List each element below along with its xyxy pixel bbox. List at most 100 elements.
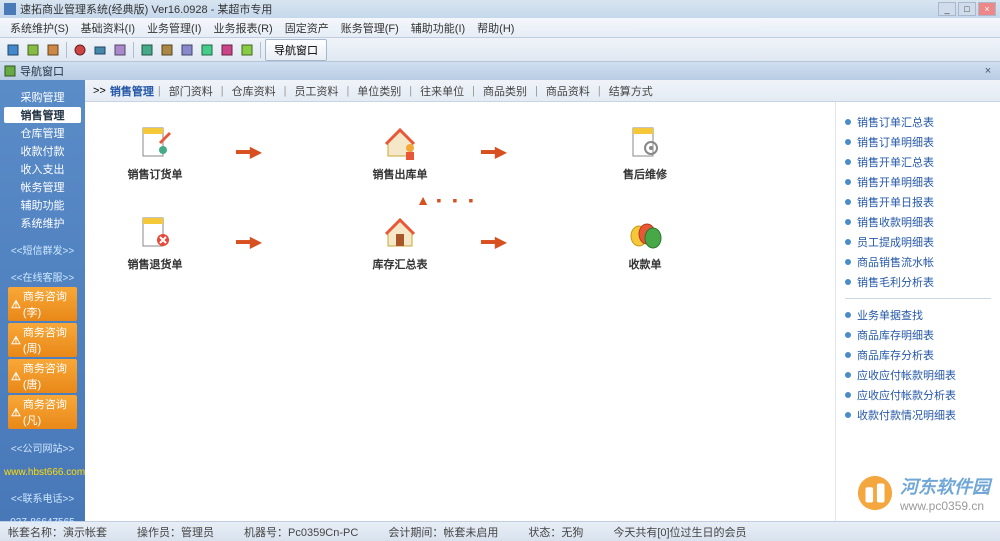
toolbar-btn-3[interactable] (44, 41, 62, 59)
document-gear-icon (625, 122, 665, 162)
menu-basedata[interactable]: 基础资料(I) (75, 18, 141, 38)
arrow-icon: ▪▪▪▪▶ (235, 232, 260, 252)
statusbar: 帐套名称：演示帐套 操作员：管理员 机器号：Pc0359Cn-PC 会计期间：帐… (0, 521, 1000, 541)
sidebar-item-purchase[interactable]: 采购管理 (4, 89, 81, 105)
breadcrumb-goodstype[interactable]: 商品类别 (479, 83, 531, 99)
warn-icon: ⚠ (11, 334, 21, 347)
breadcrumb-dept[interactable]: 部门资料 (165, 83, 217, 99)
flow-sales-return[interactable]: 销售退货单 (115, 212, 195, 272)
warn-icon: ⚠ (11, 370, 21, 383)
report-link[interactable]: 商品库存明细表 (841, 325, 995, 345)
report-link[interactable]: 销售开单汇总表 (841, 152, 995, 172)
sidebar-item-payment[interactable]: 收款付款 (4, 143, 81, 159)
flow-sales-out[interactable]: 销售出库单 (360, 122, 440, 182)
toolbar-btn-9[interactable] (178, 41, 196, 59)
report-link[interactable]: 商品销售流水帐 (841, 252, 995, 272)
breadcrumb-warehouse[interactable]: 仓库资料 (228, 83, 280, 99)
status-state: 状态：无狗 (528, 524, 583, 540)
arrow-icon: ▪▪▪▪▶ (235, 142, 260, 162)
warn-icon: ⚠ (11, 298, 21, 311)
flow-inventory[interactable]: 库存汇总表 (360, 212, 440, 272)
flow-label: 销售退货单 (128, 256, 183, 272)
coins-icon (625, 212, 665, 252)
breadcrumb-settle[interactable]: 结算方式 (605, 83, 657, 99)
report-link[interactable]: 应收应付帐款分析表 (841, 385, 995, 405)
document-reject-icon (135, 212, 175, 252)
subwindow-title: 导航窗口 (20, 63, 64, 79)
sidebar-contact-4[interactable]: ⚠商务咨询(凡) (8, 395, 77, 429)
toolbar-btn-1[interactable] (4, 41, 22, 59)
sidebar-contact-3[interactable]: ⚠商务咨询(唐) (8, 359, 77, 393)
report-link[interactable]: 业务单据查找 (841, 305, 995, 325)
toolbar-btn-4[interactable] (71, 41, 89, 59)
toolbar-btn-6[interactable] (111, 41, 129, 59)
toolbar-btn-2[interactable] (24, 41, 42, 59)
watermark: 河东软件园 www.pc0359.cn (856, 473, 990, 513)
menu-help[interactable]: 帮助(H) (471, 18, 520, 38)
sidebar-contact-2[interactable]: ⚠商务咨询(周) (8, 323, 77, 357)
report-link[interactable]: 应收应付帐款明细表 (841, 365, 995, 385)
status-account: 帐套名称：演示帐套 (8, 524, 107, 540)
breadcrumb-employee[interactable]: 员工资料 (290, 83, 342, 99)
menu-assets[interactable]: 固定资产 (279, 18, 335, 38)
flow-label: 售后维修 (623, 166, 667, 182)
toolbar-btn-7[interactable] (138, 41, 156, 59)
breadcrumb-unittype[interactable]: 单位类别 (353, 83, 405, 99)
report-link[interactable]: 销售订单明细表 (841, 132, 995, 152)
nav-window-button[interactable]: 导航窗口 (265, 39, 327, 61)
flow-label: 销售出库单 (373, 166, 428, 182)
report-link[interactable]: 收款付款情况明细表 (841, 405, 995, 425)
report-link[interactable]: 销售订单汇总表 (841, 112, 995, 132)
breadcrumb-goods[interactable]: 商品资料 (542, 83, 594, 99)
status-operator: 操作员：管理员 (137, 524, 214, 540)
sidebar-item-income[interactable]: 收入支出 (4, 161, 81, 177)
report-link[interactable]: 商品库存分析表 (841, 345, 995, 365)
breadcrumb-unit[interactable]: 往来单位 (416, 83, 468, 99)
report-link[interactable]: 员工提成明细表 (841, 232, 995, 252)
toolbar-btn-12[interactable] (238, 41, 256, 59)
report-link[interactable]: 销售开单日报表 (841, 192, 995, 212)
status-period: 会计期间：帐套未启用 (388, 524, 498, 540)
maximize-button[interactable]: □ (958, 2, 976, 16)
sidebar-item-warehouse[interactable]: 仓库管理 (4, 125, 81, 141)
sidebar-item-aux[interactable]: 辅助功能 (4, 197, 81, 213)
menu-business[interactable]: 业务管理(I) (141, 18, 207, 38)
report-link[interactable]: 销售开单明细表 (841, 172, 995, 192)
toolbar-btn-5[interactable] (91, 41, 109, 59)
sidebar-site-label: <<公司网站>> (0, 438, 85, 457)
sidebar-item-sales[interactable]: 销售管理 (4, 107, 81, 123)
subwindow-close-button[interactable]: × (980, 64, 996, 78)
menu-reports[interactable]: 业务报表(R) (207, 18, 278, 38)
toolbar-btn-8[interactable] (158, 41, 176, 59)
sidebar-service-link[interactable]: <<在线客服>> (0, 267, 85, 286)
report-link[interactable]: 销售收款明细表 (841, 212, 995, 232)
arrow-icon: ▪▪▪▪▶ (480, 142, 505, 162)
menu-accounts[interactable]: 账务管理(F) (335, 18, 405, 38)
flow-aftersale[interactable]: 售后维修 (605, 122, 685, 182)
sidebar-phone-label: <<联系电话>> (0, 488, 85, 507)
flow-label: 收款单 (629, 256, 662, 272)
menu-aux[interactable]: 辅助功能(I) (405, 18, 471, 38)
titlebar: 速拓商业管理系统(经典版) Ver16.0928 - 某超市专用 _ □ × (0, 0, 1000, 18)
flow-label: 销售订货单 (128, 166, 183, 182)
sidebar-site-url[interactable]: www.hbst666.com (0, 465, 85, 480)
arrow-icon: ▪▪▪▪▶ (480, 232, 505, 252)
sidebar-item-system[interactable]: 系统维护 (4, 215, 81, 231)
document-pen-icon (135, 122, 175, 162)
flow-sales-order[interactable]: 销售订货单 (115, 122, 195, 182)
flow-label: 库存汇总表 (373, 256, 428, 272)
flow-receipt[interactable]: 收款单 (605, 212, 685, 272)
menubar: 系统维护(S) 基础资料(I) 业务管理(I) 业务报表(R) 固定资产 账务管… (0, 18, 1000, 38)
sidebar-sms-link[interactable]: <<短信群发>> (0, 240, 85, 259)
arrow-up-icon: ▲▪▪▪ (415, 192, 479, 208)
toolbar-btn-10[interactable] (198, 41, 216, 59)
breadcrumb: >> 销售管理 | 部门资料| 仓库资料| 员工资料| 单位类别| 往来单位| … (85, 80, 1000, 102)
house-person-icon (380, 122, 420, 162)
menu-system[interactable]: 系统维护(S) (4, 18, 75, 38)
sidebar-contact-1[interactable]: ⚠商务咨询(李) (8, 287, 77, 321)
close-button[interactable]: × (978, 2, 996, 16)
report-link[interactable]: 销售毛利分析表 (841, 272, 995, 292)
toolbar-btn-11[interactable] (218, 41, 236, 59)
minimize-button[interactable]: _ (938, 2, 956, 16)
sidebar-item-account[interactable]: 帐务管理 (4, 179, 81, 195)
